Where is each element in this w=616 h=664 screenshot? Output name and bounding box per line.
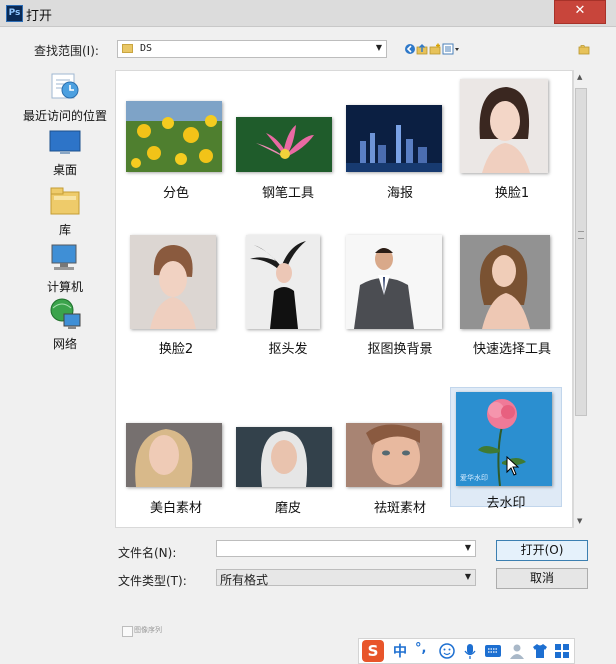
libraries-icon [50,187,80,215]
filename-label: 文件名(N): [118,546,177,560]
file-name: 快速选择工具 [472,342,551,357]
lookin-dropdown[interactable]: DS ▼ [117,40,387,58]
image-sequence-label: 图像序列 [134,626,162,634]
file-name: 去水印 [486,496,526,511]
up-folder-icon[interactable] [416,43,428,55]
place-label: 网络 [52,337,77,351]
file-name: 换脸1 [494,186,530,201]
scroll-thumb[interactable] [575,88,587,416]
folder-icon [122,44,133,53]
file-item[interactable]: 美白素材 [120,387,232,516]
photoshop-app-icon: Ps [6,5,23,22]
dialog-title: 打开 [26,9,53,24]
file-thumbnail [246,235,320,329]
user-icon[interactable] [509,643,525,659]
file-item[interactable]: 快速选择工具 [456,235,568,357]
vertical-scrollbar[interactable]: ▲ ▼ [573,70,588,528]
file-thumbnail [346,105,442,172]
file-item[interactable]: 抠图换背景 [344,235,456,357]
ime-punct[interactable]: °, [415,641,426,656]
chevron-down-icon[interactable]: ▼ [465,543,471,552]
new-folder-icon[interactable] [429,43,441,55]
file-item[interactable]: 海报 [344,79,456,201]
file-list: 分色 钢笔工具 海报 换脸1 换脸2 抠头发 抠图换背景 快速选择工具 美白素材… [115,70,573,528]
ime-mode[interactable]: 中 [393,641,407,661]
place-computer[interactable]: 计算机 [18,243,112,295]
close-button[interactable]: ✕ [554,0,606,24]
file-name: 祛斑素材 [373,501,426,516]
chevron-down-icon: ▼ [464,572,471,581]
file-thumbnail [130,235,216,329]
file-thumbnail [126,423,222,487]
place-libraries[interactable]: 库 [18,186,112,238]
place-label: 桌面 [52,163,77,177]
recent-places-icon [51,73,79,99]
grip-icon [578,231,584,239]
keyboard-icon[interactable] [484,644,502,658]
scroll-down-icon[interactable]: ▼ [577,517,582,525]
folder-icon[interactable] [578,43,590,55]
file-item[interactable]: 分色 [120,79,232,201]
sogou-logo-icon[interactable]: S [362,640,384,662]
file-thumbnail [346,423,442,487]
cursor-icon [506,456,520,476]
file-name: 抠图换背景 [367,342,433,357]
place-label: 计算机 [46,280,83,294]
file-thumbnail [236,117,332,172]
filename-input[interactable]: ▼ [216,540,476,557]
file-name: 海报 [386,186,413,201]
network-icon [50,298,81,329]
place-desktop[interactable]: 桌面 [18,130,112,178]
microphone-icon[interactable] [463,643,477,660]
file-thumbnail [346,235,442,329]
place-network[interactable]: 网络 [18,298,112,352]
file-thumbnail: 爱华水印 [456,392,552,486]
place-recent[interactable]: 最近访问的位置 [18,70,112,124]
file-name: 分色 [162,186,189,201]
places-bar: 最近访问的位置 桌面 库 计算机 网络 [18,68,112,606]
desktop-icon [49,130,81,154]
file-name: 钢笔工具 [261,186,314,201]
image-sequence-checkbox[interactable] [122,626,133,637]
file-item[interactable]: 磨皮 [232,387,344,516]
place-label: 库 [58,223,71,237]
file-thumbnail [460,79,548,173]
ime-toolbar: S 中 °, [358,638,575,664]
file-item[interactable]: 祛斑素材 [344,387,456,516]
scroll-up-icon[interactable]: ▲ [577,73,582,81]
title-bar: Ps 打开 ✕ [0,0,616,27]
cancel-button[interactable]: 取消 [496,568,588,589]
file-item-selected[interactable]: 爱华水印 去水印 [450,387,562,511]
view-menu-icon[interactable] [442,43,460,55]
lookin-value: DS [140,43,153,54]
chevron-down-icon: ▼ [375,43,382,52]
file-name: 换脸2 [158,342,194,357]
filetype-label: 文件类型(T): [118,574,187,588]
file-name: 抠头发 [268,342,308,357]
lookin-label: 查找范围(I): [34,44,99,58]
file-name: 美白素材 [149,501,202,516]
grid-icon[interactable] [554,643,570,659]
emoji-icon[interactable] [439,643,455,659]
file-name: 磨皮 [274,501,301,516]
computer-icon [51,244,77,270]
file-item[interactable]: 换脸1 [456,79,568,201]
file-item[interactable]: 钢笔工具 [232,79,344,201]
shirt-icon[interactable] [532,643,548,659]
watermark-text: 爱华水印 [460,474,488,482]
place-label: 最近访问的位置 [22,109,107,123]
filetype-value: 所有格式 [220,573,269,587]
open-button[interactable]: 打开(O) [496,540,588,561]
file-thumbnail [460,235,550,329]
file-item[interactable]: 换脸2 [120,235,232,357]
file-thumbnail [126,101,222,172]
open-dialog: Ps 打开 ✕ 查找范围(I): DS ▼ 最近访问的位置 桌面 库 计算机 网… [0,0,616,664]
filetype-select[interactable]: 所有格式 ▼ [216,569,476,587]
back-icon[interactable] [404,43,416,55]
file-thumbnail [236,427,332,487]
file-item[interactable]: 抠头发 [232,235,344,357]
